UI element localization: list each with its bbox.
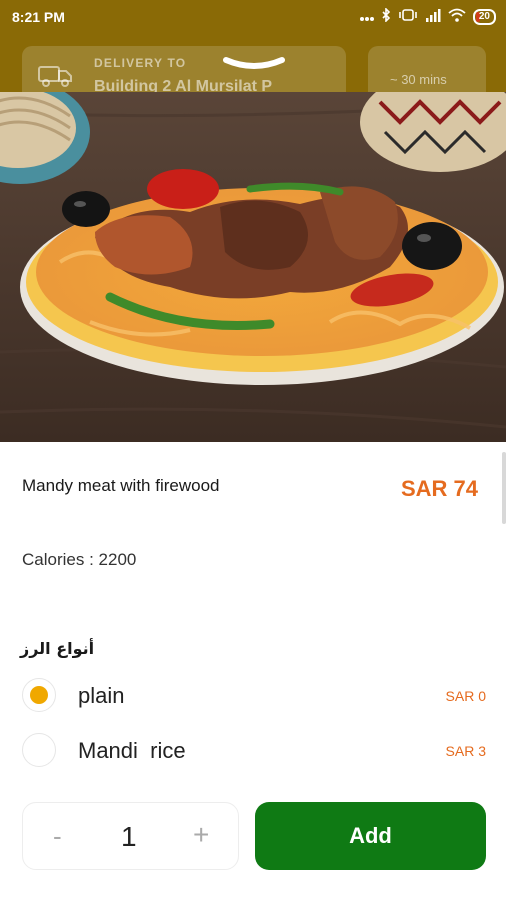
item-name: Mandy meat with firewood: [22, 476, 220, 495]
item-price: SAR 74: [400, 476, 478, 501]
dots-icon: [359, 9, 374, 25]
rice-options-title: أنواع الرز: [20, 639, 95, 658]
status-bar: 8:21 PM 20: [0, 0, 506, 36]
option-price: SAR 3: [445, 743, 486, 759]
status-icons: 20: [359, 7, 496, 25]
eta-box: ~ 30 mins: [368, 46, 486, 92]
wifi-icon: [448, 8, 466, 25]
eta-text: ~ 30 mins: [390, 72, 447, 87]
delivery-label: DELIVERY TO: [94, 56, 187, 70]
battery-indicator: 20: [472, 8, 496, 25]
scrollbar[interactable]: [502, 452, 506, 524]
vibrate-icon: [398, 8, 418, 25]
add-to-cart-button[interactable]: Add: [255, 802, 486, 870]
delivery-truck-icon: [38, 64, 72, 92]
calories-value: 2200: [98, 550, 137, 569]
signal-icon: [425, 8, 441, 25]
quantity-value: 1: [121, 821, 137, 852]
delivery-location-selector[interactable]: DELIVERY TO Building 2 Al Mursilat P: [22, 46, 346, 92]
option-price: SAR 0: [445, 688, 486, 704]
bluetooth-icon: [381, 7, 391, 25]
delivery-address: Building 2 Al Mursilat P: [94, 78, 273, 92]
quantity-stepper: - 1 +: [22, 802, 239, 870]
chevron-down-icon[interactable]: [222, 56, 286, 79]
radio-dot: [30, 686, 48, 704]
radio-button-selected[interactable]: [22, 678, 56, 712]
calories: Calories : 2200: [22, 550, 136, 570]
radio-button[interactable]: [22, 733, 56, 767]
option-name: plain: [78, 683, 125, 708]
option-plain[interactable]: plain SAR 0: [20, 676, 486, 716]
decrease-button[interactable]: -: [53, 821, 62, 852]
option-mandi-rice[interactable]: Mandi rice SAR 3: [20, 731, 486, 771]
status-time: 8:21 PM: [12, 9, 65, 25]
calories-label: Calories :: [22, 550, 99, 569]
food-image: [0, 92, 506, 442]
increase-button[interactable]: +: [193, 819, 209, 851]
option-name: Mandi rice: [78, 738, 186, 763]
